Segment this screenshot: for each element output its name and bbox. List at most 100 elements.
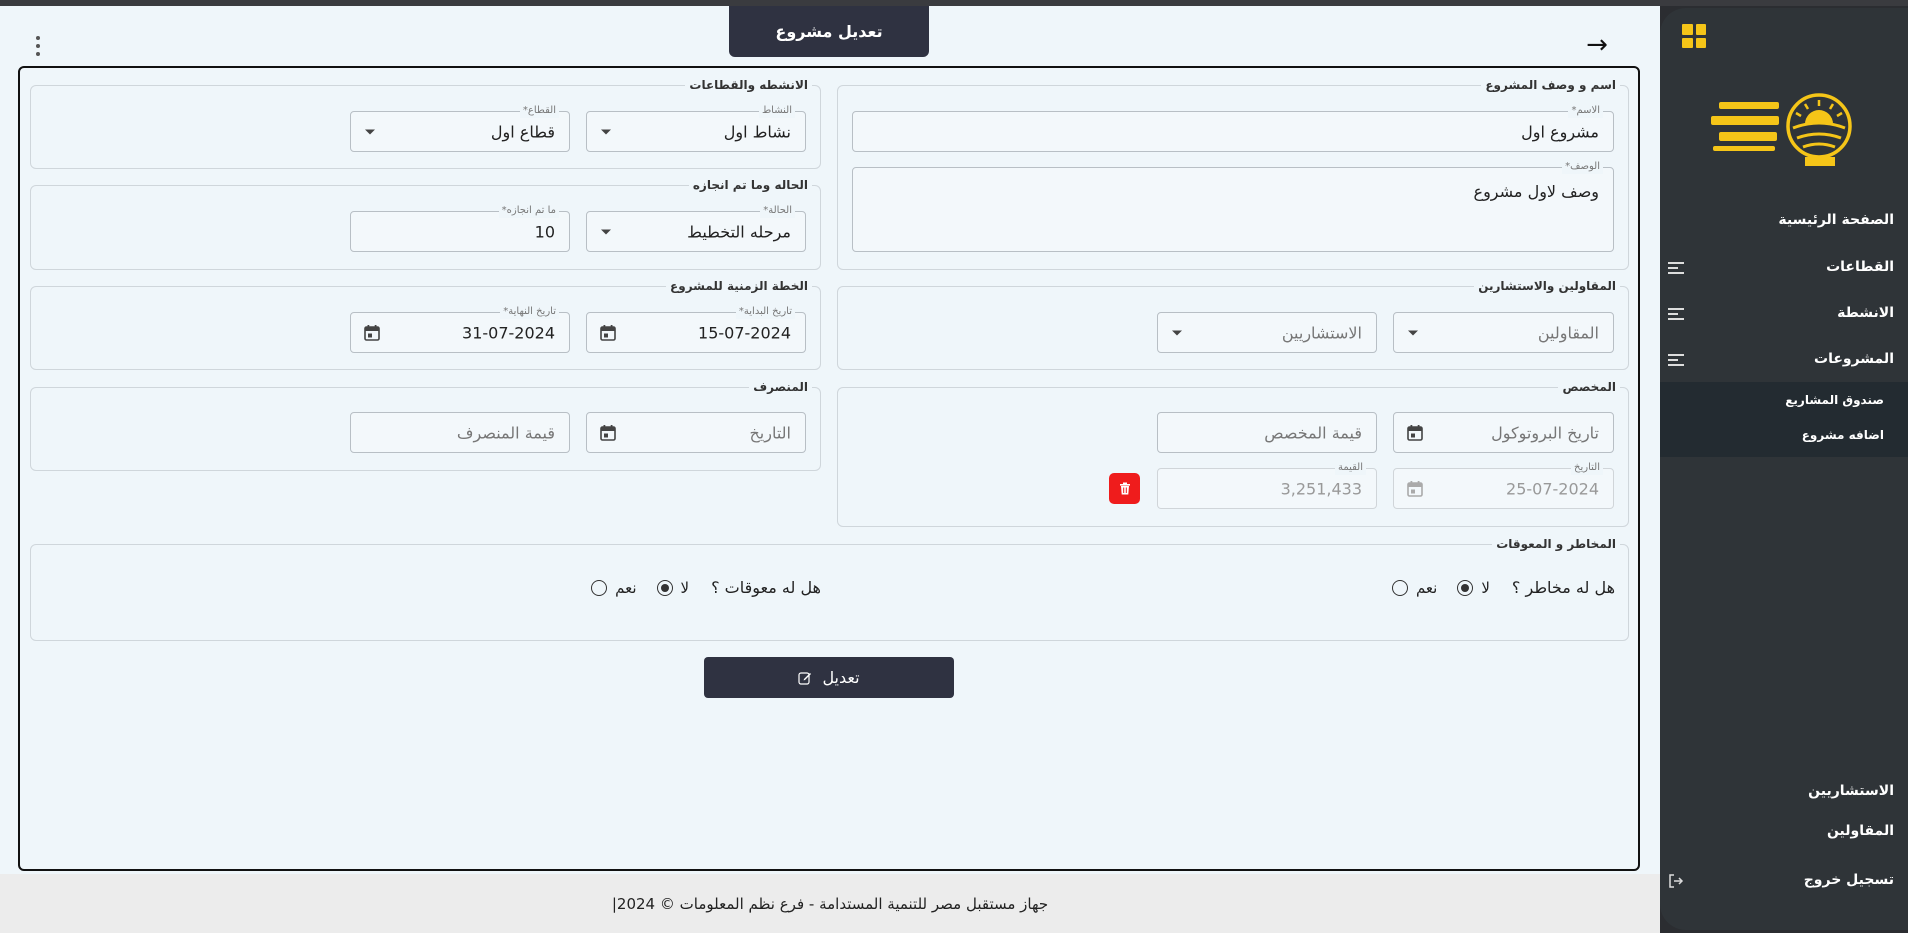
menu-lines-icon	[1668, 308, 1684, 322]
sidebar-subitem-add-project[interactable]: اضافه مشروع	[1802, 428, 1884, 442]
page-title: تعديل مشروع	[775, 22, 883, 41]
sidebar-item-home[interactable]: الصفحة الرئيسية	[1778, 212, 1894, 228]
logo-emblem	[1711, 93, 1852, 166]
calendar-icon	[1407, 480, 1423, 497]
field-value: نشاط اول	[723, 122, 791, 141]
field-label: الاسم*	[1568, 104, 1603, 118]
risks-radio-group: هل له مخاطر ؟ لا نعم	[1372, 578, 1615, 597]
risks-option-yes[interactable]: نعم	[1391, 578, 1438, 597]
spent-date-field[interactable]: التاريخ	[586, 412, 806, 453]
end-date-field[interactable]: تاريخ النهاية* 31-07-2024	[350, 305, 570, 353]
menu-lines-icon	[1668, 354, 1684, 368]
sidebar-item-sectors[interactable]: القطاعات	[1826, 259, 1894, 275]
radio-button[interactable]	[1457, 579, 1474, 596]
field-value: مشروع اول	[1521, 122, 1599, 141]
field-placeholder: قيمة المنصرف	[456, 423, 555, 442]
obstacles-option-no[interactable]: لا	[656, 578, 690, 597]
radio-label: نعم	[615, 578, 637, 597]
logout-icon[interactable]	[1668, 873, 1684, 889]
radio-label: لا	[680, 578, 690, 597]
sidebar-item-label: المقاولين	[1826, 823, 1894, 839]
sidebar-item-consultants[interactable]: الاستشاريين	[1808, 783, 1894, 799]
consultants-select[interactable]: الاستشاريين	[1157, 312, 1377, 353]
field-value: 25-07-2024	[1506, 479, 1599, 498]
completed-percent-field[interactable]: ما تم انجازه* 10	[350, 204, 570, 252]
field-label: النشاط	[758, 104, 795, 118]
logo	[1705, 84, 1857, 174]
radio-button[interactable]	[656, 579, 673, 596]
page-title-tab: تعديل مشروع	[729, 6, 929, 57]
field-placeholder: المقاولين	[1537, 323, 1599, 342]
sidebar-item-label: الصفحة الرئيسية	[1778, 212, 1894, 228]
project-description-field[interactable]: الوصف* وصف لاول مشروع	[852, 160, 1614, 252]
sidebar-item-label: تسجيل خروج	[1803, 872, 1894, 888]
risks-option-no[interactable]: لا	[1457, 579, 1490, 597]
radio-label: نعم	[1415, 578, 1438, 597]
sidebar-item-label: الانشطة	[1837, 305, 1894, 321]
field-value: مرحله التخطيط	[687, 222, 791, 241]
radio-button[interactable]	[591, 579, 608, 596]
calendar-icon[interactable]	[599, 324, 617, 342]
status-select[interactable]: الحالة* مرحله التخطيط	[586, 204, 806, 252]
sidebar-item-label: الاستشاريين	[1808, 783, 1894, 799]
section-legend: اسم و وصف المشروع	[1485, 78, 1616, 92]
project-name-field[interactable]: الاسم* مشروع اول	[852, 104, 1614, 152]
allocated-row-date-field: التاريخ 25-07-2024	[1393, 461, 1614, 509]
start-date-field[interactable]: تاريخ البداية* 15-07-2024	[586, 305, 806, 353]
contractors-select[interactable]: المقاولين	[1393, 312, 1614, 353]
field-value: قطاع اول	[490, 122, 555, 141]
calendar-icon[interactable]	[1406, 424, 1424, 442]
calendar-icon[interactable]	[599, 424, 617, 442]
arrow-right-icon[interactable]: →	[1582, 30, 1612, 60]
field-placeholder: الاستشاريين	[1281, 323, 1362, 342]
chevron-down-icon[interactable]	[601, 229, 611, 234]
sidebar-item-label: المشروعات	[1814, 351, 1894, 367]
kebab-menu-icon[interactable]	[28, 34, 48, 58]
field-label: القيمة	[1334, 461, 1366, 475]
chevron-down-icon[interactable]	[365, 129, 375, 134]
sector-select[interactable]: القطاع* قطاع اول	[350, 104, 570, 152]
submit-edit-button[interactable]: تعديل	[704, 657, 954, 698]
sidebar-item-label: القطاعات	[1826, 259, 1894, 275]
field-value: وصف لاول مشروع	[1473, 182, 1599, 201]
footer-text: جهاز مستقبل مصر للتنمية المستدامة - فرع …	[611, 894, 1049, 913]
menu-lines-icon	[1668, 262, 1684, 276]
sidebar-item-logout[interactable]: تسجيل خروج	[1804, 872, 1894, 888]
radio-label: لا	[1481, 578, 1490, 597]
sidebar-subitem-label: صندوق المشاريع	[1785, 393, 1884, 407]
field-value: 3,251,433	[1280, 479, 1362, 498]
field-label: تاريخ النهاية*	[500, 305, 559, 319]
sidebar-subitem-projects-box[interactable]: صندوق المشاريع	[1785, 393, 1884, 407]
chevron-down-icon[interactable]	[601, 129, 611, 134]
field-value: 31-07-2024	[462, 323, 555, 342]
calendar-icon[interactable]	[363, 324, 381, 342]
section-legend: الخطة الزمنية للمشروع	[670, 279, 808, 293]
sidebar-item-projects[interactable]: المشروعات	[1814, 351, 1894, 367]
field-placeholder: قيمة المخصص	[1264, 423, 1362, 442]
allocated-row-amount-field: القيمة 3,251,433	[1157, 461, 1377, 509]
spent-amount-field[interactable]: قيمة المنصرف	[350, 412, 570, 453]
section-legend: المنصرف	[753, 380, 808, 394]
section-legend: المقاولين والاستشارين	[1478, 279, 1616, 293]
activity-select[interactable]: النشاط نشاط اول	[586, 104, 806, 152]
field-label: الوصف*	[1562, 160, 1603, 174]
field-label: التاريخ	[1571, 461, 1603, 475]
field-label: القطاع*	[519, 104, 559, 118]
radio-button[interactable]	[1391, 579, 1408, 596]
chevron-down-icon[interactable]	[1172, 330, 1182, 335]
field-placeholder: تاريخ البروتوكول	[1491, 423, 1599, 442]
sidebar-item-contractors[interactable]: المقاولين	[1827, 823, 1894, 839]
obstacles-question: هل له معوقات ؟	[711, 578, 821, 597]
protocol-date-field[interactable]: تاريخ البروتوكول	[1393, 412, 1614, 453]
delete-button[interactable]	[1109, 473, 1140, 504]
section-legend: المخاطر و المعوقات	[1496, 537, 1616, 551]
risks-question: هل له مخاطر ؟	[1511, 578, 1615, 597]
field-value: 10	[534, 222, 555, 241]
field-placeholder: التاريخ	[749, 423, 791, 442]
obstacles-option-yes[interactable]: نعم	[591, 578, 637, 597]
footer: جهاز مستقبل مصر للتنمية المستدامة - فرع …	[0, 874, 1660, 933]
sidebar-item-activities[interactable]: الانشطة	[1837, 305, 1894, 321]
allocated-amount-field[interactable]: قيمة المخصص	[1157, 412, 1377, 453]
chevron-down-icon[interactable]	[1408, 330, 1418, 335]
apps-grid-icon[interactable]	[1682, 24, 1706, 48]
